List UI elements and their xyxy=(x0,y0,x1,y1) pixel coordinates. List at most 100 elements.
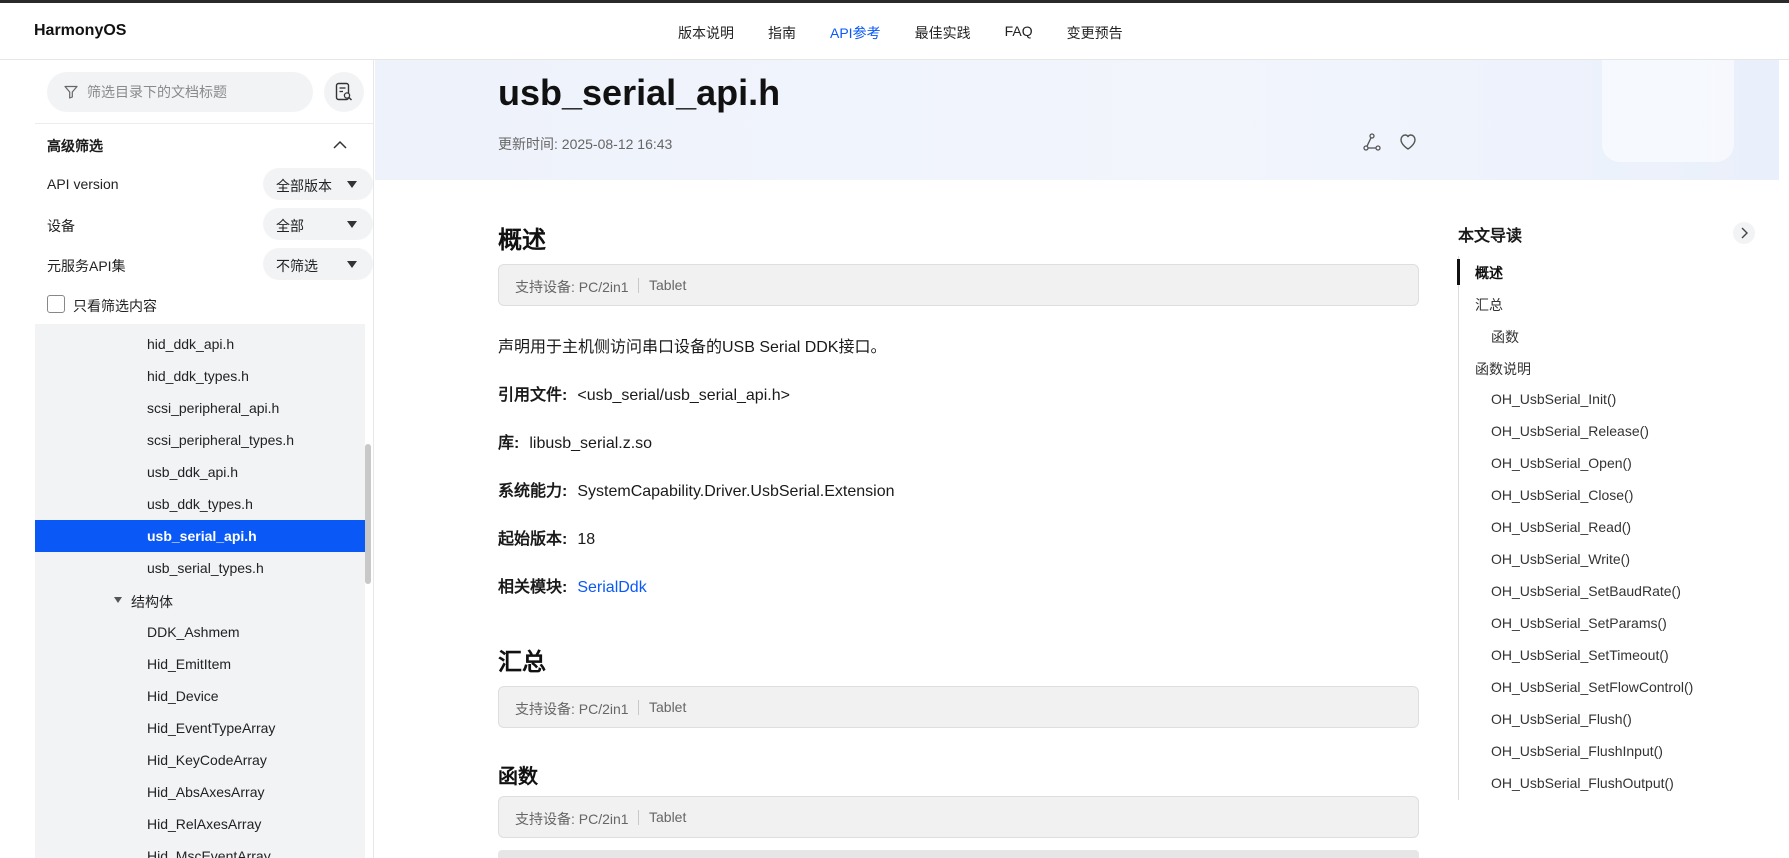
toc-item[interactable]: OH_UsbSerial_SetTimeout() xyxy=(1491,647,1669,663)
toc-active-indicator xyxy=(1457,259,1460,285)
advanced-filter-title[interactable]: 高级筛选 xyxy=(47,136,103,156)
catalog-search xyxy=(47,72,313,112)
library-value: libusb_serial.z.so xyxy=(529,435,653,452)
tree-item-label: Hid_KeyCodeArray xyxy=(147,752,267,768)
nav-item-api-reference[interactable]: API参考 xyxy=(830,23,881,43)
toc-panel: 本文导读 概述 汇总 函数 函数说明 OH_UsbSerial_Init() O… xyxy=(1457,60,1789,858)
atomic-service-select[interactable]: 不筛选 xyxy=(263,248,373,280)
filter-icon xyxy=(64,85,78,99)
tree-group-structs[interactable]: 结构体 xyxy=(35,584,365,616)
toc-item[interactable]: 概述 xyxy=(1475,263,1503,283)
nav-item-guide[interactable]: 指南 xyxy=(768,23,796,43)
sidebar-scrollbar[interactable] xyxy=(365,444,371,584)
brand-logo[interactable]: HarmonyOS xyxy=(34,22,126,40)
toc-item[interactable]: OH_UsbSerial_SetBaudRate() xyxy=(1491,583,1681,599)
tree-item[interactable]: Hid_EmitItem xyxy=(35,648,365,680)
toc-item[interactable]: OH_UsbSerial_FlushOutput() xyxy=(1491,775,1674,791)
tree-item[interactable]: Hid_RelAxesArray xyxy=(35,808,365,840)
tree-item[interactable]: Hid_Device xyxy=(35,680,365,712)
share-icon[interactable] xyxy=(1362,132,1382,152)
section-heading-functions: 函数 xyxy=(498,766,538,788)
toc-item[interactable]: 函数说明 xyxy=(1475,359,1531,379)
tree-item[interactable]: usb_ddk_types.h xyxy=(35,488,365,520)
chevron-right-icon xyxy=(1741,227,1748,239)
dropdown-arrow-icon xyxy=(347,221,357,228)
nav-item-best-practices[interactable]: 最佳实践 xyxy=(915,23,971,43)
supported-devices: 支持设备: PC/2in1 Tablet xyxy=(498,796,1419,838)
tree-item[interactable]: Hid_EventTypeArray xyxy=(35,712,365,744)
document-search-icon xyxy=(335,82,352,101)
nav-item-change-notice[interactable]: 变更预告 xyxy=(1067,23,1123,43)
favorite-heart-icon[interactable] xyxy=(1398,132,1418,152)
catalog-search-input[interactable] xyxy=(87,72,307,112)
top-nav: 版本说明 指南 API参考 最佳实践 FAQ 变更预告 xyxy=(678,23,1157,43)
toc-item[interactable]: 函数 xyxy=(1491,327,1519,347)
tree-item[interactable]: Hid_MscEventArray xyxy=(35,840,365,858)
nav-item-faq[interactable]: FAQ xyxy=(1005,23,1033,43)
tree-item[interactable]: DDK_Ashmem xyxy=(35,616,365,648)
device-select[interactable]: 全部 xyxy=(263,208,373,240)
divider xyxy=(638,278,639,293)
related-module: 相关模块: SerialDdk xyxy=(498,573,647,597)
tree-item-label: hid_ddk_types.h xyxy=(147,368,249,384)
dropdown-arrow-icon xyxy=(347,261,357,268)
tree-item-label: Hid_RelAxesArray xyxy=(147,816,262,832)
toc-collapse-button[interactable] xyxy=(1733,222,1755,244)
include-file: 引用文件: <usb_serial/usb_serial_api.h> xyxy=(498,381,790,405)
toc-item[interactable]: OH_UsbSerial_Read() xyxy=(1491,519,1631,535)
since-version: 起始版本: 18 xyxy=(498,525,595,549)
library: 库: libusb_serial.z.so xyxy=(498,429,652,453)
divider xyxy=(638,810,639,825)
toc-item[interactable]: OH_UsbSerial_SetParams() xyxy=(1491,615,1667,631)
toc-item[interactable]: OH_UsbSerial_Open() xyxy=(1491,455,1632,471)
tree-item-label: scsi_peripheral_types.h xyxy=(147,432,295,448)
dropdown-arrow-icon xyxy=(347,181,357,188)
module-link[interactable]: SerialDdk xyxy=(577,579,646,596)
toc-item[interactable]: OH_UsbSerial_FlushInput() xyxy=(1491,743,1663,759)
include-value: <usb_serial/usb_serial_api.h> xyxy=(577,387,790,404)
tree-item-label: scsi_peripheral_api.h xyxy=(147,400,280,416)
include-label: 引用文件: xyxy=(498,387,568,404)
toc-item[interactable]: OH_UsbSerial_Write() xyxy=(1491,551,1630,567)
toc-item[interactable]: 汇总 xyxy=(1475,295,1503,315)
tree-item[interactable]: usb_serial_types.h xyxy=(35,552,365,584)
tree-item[interactable]: Hid_KeyCodeArray xyxy=(35,744,365,776)
toc-item[interactable]: OH_UsbSerial_Init() xyxy=(1491,391,1616,407)
doc-filter-button[interactable] xyxy=(324,72,364,112)
system-capability: 系统能力: SystemCapability.Driver.UsbSerial.E… xyxy=(498,477,895,501)
tree-item[interactable]: hid_ddk_types.h xyxy=(35,360,365,392)
syscap-label: 系统能力: xyxy=(498,483,568,500)
device-pc: 支持设备: PC/2in1 xyxy=(515,701,629,717)
select-value: 不筛选 xyxy=(276,258,318,274)
tree-item[interactable]: scsi_peripheral_api.h xyxy=(35,392,365,424)
syscap-value: SystemCapability.Driver.UsbSerial.Extens… xyxy=(577,483,895,500)
toc-item[interactable]: OH_UsbSerial_Close() xyxy=(1491,487,1633,503)
api-version-select[interactable]: 全部版本 xyxy=(263,168,373,200)
tree-item[interactable]: hid_ddk_api.h xyxy=(35,328,365,360)
toc-item[interactable]: OH_UsbSerial_Flush() xyxy=(1491,711,1632,727)
toc-item[interactable]: OH_UsbSerial_Release() xyxy=(1491,423,1649,439)
tree-item-label: usb_ddk_types.h xyxy=(147,496,253,512)
tree-item-selected[interactable]: usb_serial_api.h xyxy=(35,520,365,552)
only-filtered-checkbox[interactable] xyxy=(47,295,65,313)
select-value: 全部版本 xyxy=(276,178,332,194)
only-filtered-label[interactable]: 只看筛选内容 xyxy=(73,296,157,316)
tree-item[interactable]: Hid_AbsAxesArray xyxy=(35,776,365,808)
section-heading-overview: 概述 xyxy=(498,227,546,254)
tree-item-label: Hid_MscEventArray xyxy=(147,848,271,858)
divider xyxy=(35,123,373,124)
tree-item-label: usb_serial_types.h xyxy=(147,560,264,576)
description: 声明用于主机侧访问串口设备的USB Serial DDK接口。 xyxy=(498,339,887,356)
chevron-up-icon[interactable] xyxy=(331,136,349,154)
filter-label: 设备 xyxy=(47,218,75,234)
filter-atomic-service-api: 元服务API集 不筛选 xyxy=(47,248,373,280)
since-value: 18 xyxy=(577,531,596,548)
tree-item[interactable]: scsi_peripheral_types.h xyxy=(35,424,365,456)
tree-item[interactable]: usb_ddk_api.h xyxy=(35,456,365,488)
filter-device: 设备 全部 xyxy=(47,208,373,240)
divider xyxy=(638,700,639,715)
nav-item-release-notes[interactable]: 版本说明 xyxy=(678,23,734,43)
tree-item-label: hid_ddk_api.h xyxy=(147,336,235,352)
toc-item[interactable]: OH_UsbSerial_SetFlowControl() xyxy=(1491,679,1693,695)
section-heading-summary: 汇总 xyxy=(498,649,546,676)
